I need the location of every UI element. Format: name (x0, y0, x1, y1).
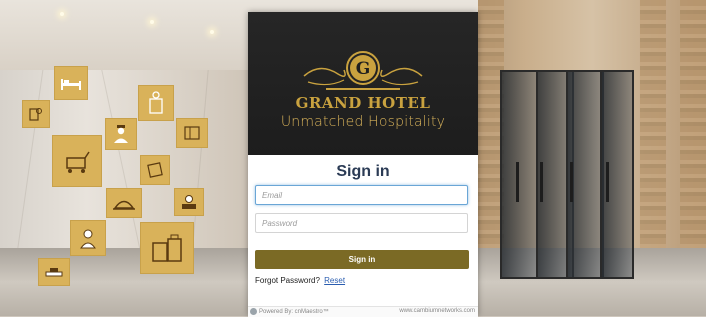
signin-title: Sign in (336, 163, 390, 180)
password-field[interactable] (255, 213, 468, 233)
keycard-icon (22, 100, 50, 128)
do-not-disturb-icon (138, 85, 174, 121)
maid-icon (70, 220, 106, 256)
grand-hotel-logo-icon: G (298, 42, 428, 99)
hotel-bed-icon (54, 66, 88, 100)
brand-name: GRAND HOTEL (295, 94, 431, 112)
bellboy-icon (105, 118, 137, 150)
ticket-icon (140, 155, 170, 185)
doorbell-icon (38, 258, 70, 286)
forgot-password: Forgot Password? Reset (255, 276, 345, 285)
brand-header: G GRAND HOTEL Unmatched Hospitality (248, 12, 478, 155)
powered-by-text: Powered By: cnMaestro™ (259, 308, 329, 315)
emblem-letter: G (356, 59, 371, 79)
brand-tagline: Unmatched Hospitality (280, 114, 446, 130)
glass-door (566, 70, 604, 279)
glass-door (500, 70, 538, 279)
signin-button[interactable]: Sign in (255, 250, 469, 269)
website-link[interactable]: www.cambiumnetworks.com (399, 308, 475, 314)
glass-door (600, 70, 634, 279)
room-service-cart-icon (52, 135, 102, 187)
cloche-icon (106, 188, 142, 218)
cambium-logo-icon (250, 308, 257, 315)
hotel-map-icon (176, 118, 208, 148)
receptionist-icon (174, 188, 204, 216)
luggage-icon (140, 222, 194, 274)
powered-by: Powered By: cnMaestro™ (250, 308, 329, 315)
card-footer: Powered By: cnMaestro™ www.cambiumnetwor… (248, 306, 478, 317)
email-field[interactable] (255, 185, 468, 205)
reset-link[interactable]: Reset (324, 276, 345, 285)
forgot-password-label: Forgot Password? (255, 276, 320, 285)
signin-card: G GRAND HOTEL Unmatched Hospitality Sign… (248, 12, 478, 317)
